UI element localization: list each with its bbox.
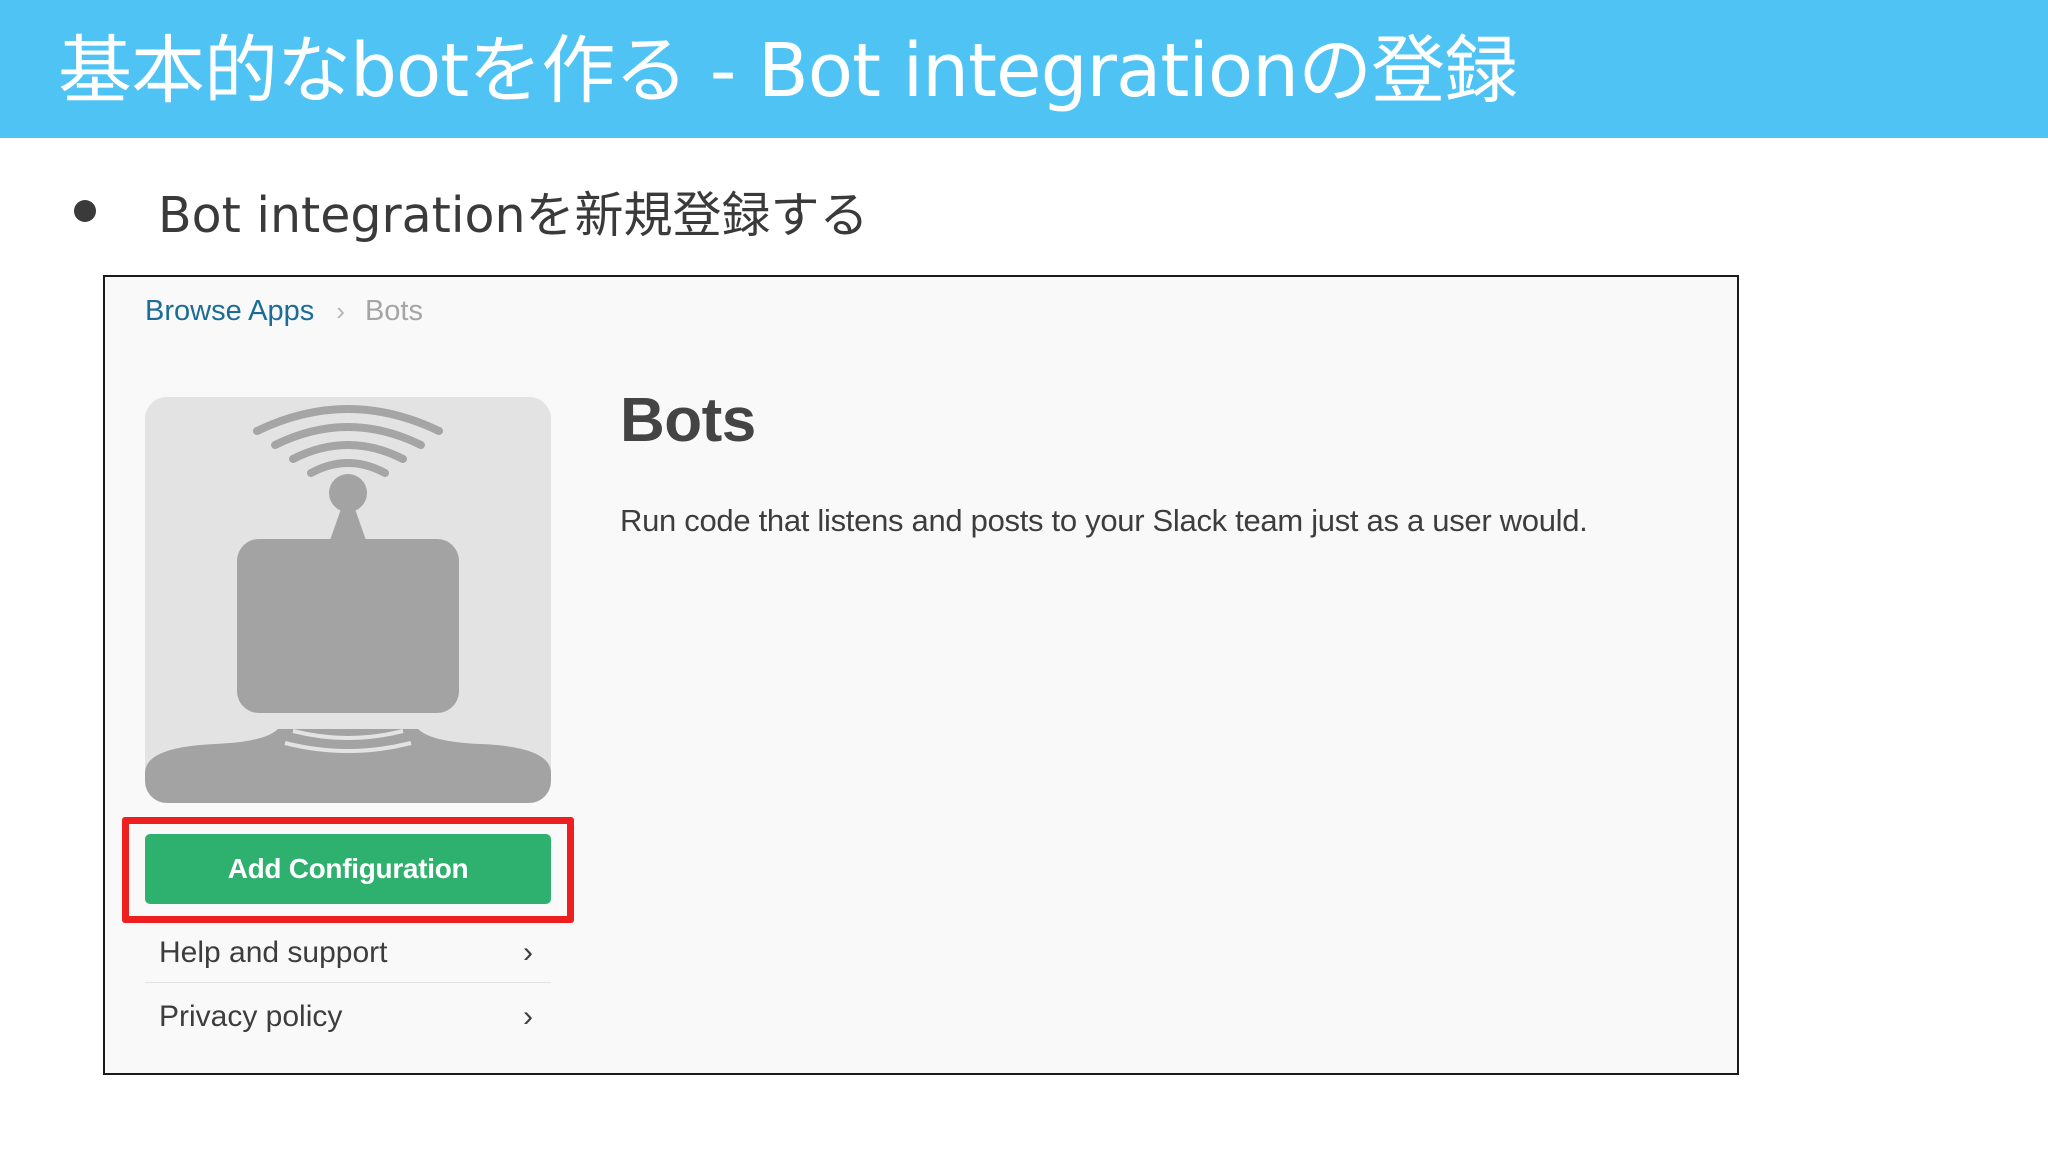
- breadcrumb: Browse Apps › Bots: [145, 291, 423, 331]
- privacy-policy-link[interactable]: Privacy policy ›: [145, 987, 551, 1047]
- add-configuration-button[interactable]: Add Configuration: [145, 834, 551, 904]
- bullet-dot-icon: [74, 200, 96, 222]
- help-and-support-label: Help and support: [159, 935, 388, 969]
- breadcrumb-browse-apps-link[interactable]: Browse Apps: [145, 295, 314, 328]
- app-title: Bots: [620, 386, 756, 455]
- bullet-item: Bot integrationを新規登録する: [74, 176, 869, 246]
- bullet-text: Bot integrationを新規登録する: [158, 186, 869, 244]
- breadcrumb-current: Bots: [364, 294, 423, 327]
- chevron-right-icon: ›: [523, 1000, 533, 1033]
- chevron-right-icon: ›: [523, 935, 533, 969]
- robot-antenna-icon: [145, 397, 551, 803]
- help-and-support-link[interactable]: Help and support ›: [145, 923, 551, 983]
- breadcrumb-separator-icon: ›: [336, 295, 345, 326]
- privacy-policy-label: Privacy policy: [159, 1000, 343, 1033]
- slide-title-bar: 基本的なbotを作る - Bot integrationの登録: [0, 0, 2048, 138]
- embedded-screenshot: Browse Apps › Bots Add Configuration Hel…: [103, 275, 1739, 1075]
- app-description: Run code that listens and posts to your …: [620, 503, 1588, 538]
- slide-title: 基本的なbotを作る - Bot integrationの登録: [58, 28, 1518, 114]
